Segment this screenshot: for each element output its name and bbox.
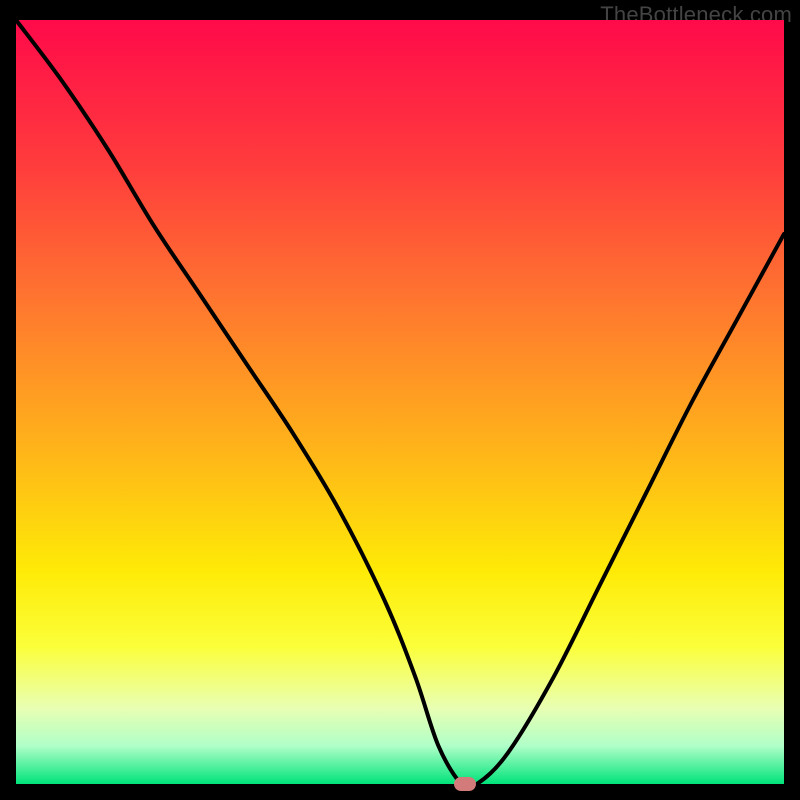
- plot-area: [16, 20, 784, 784]
- minimum-marker: [454, 777, 476, 791]
- bottleneck-curve: [16, 20, 784, 784]
- chart-frame: TheBottleneck.com: [0, 0, 800, 800]
